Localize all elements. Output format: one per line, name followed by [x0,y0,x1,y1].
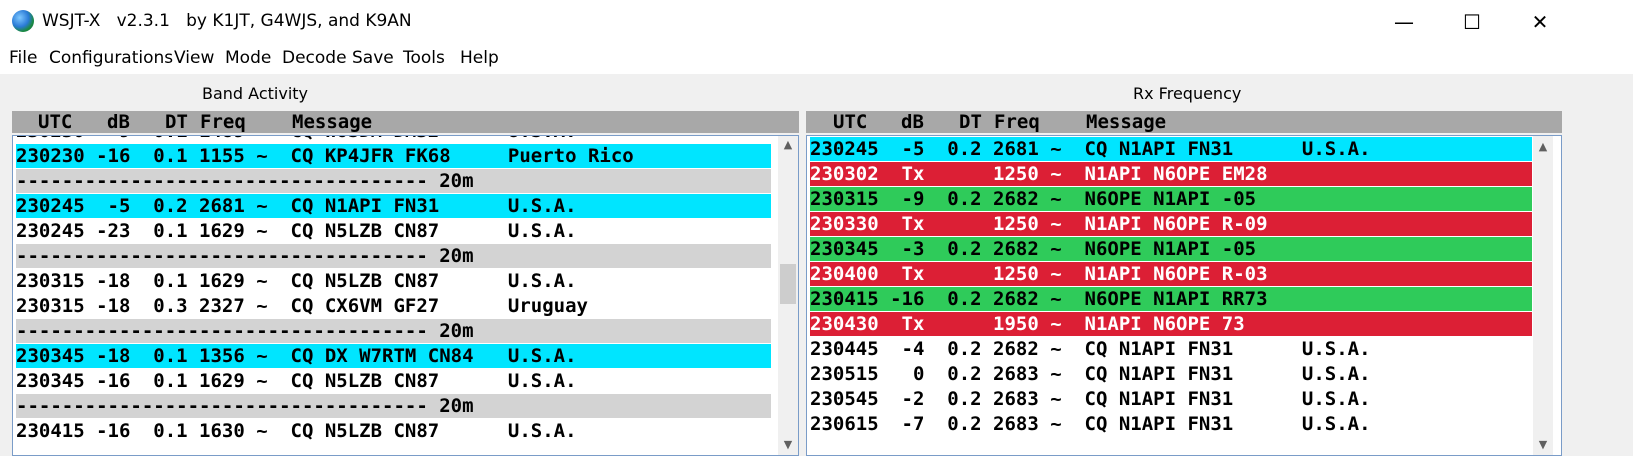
decode-row[interactable]: 230400 Tx 1250 ~ N1API N6OPE R-03 [810,262,1532,286]
decode-row[interactable]: 230615 -7 0.2 2683 ~ CQ N1API FN31 U.S.A… [810,412,1532,436]
col-dt: DT [165,111,188,133]
decode-row[interactable]: 230515 0 0.2 2683 ~ CQ N1API FN31 U.S.A. [810,362,1532,386]
rx-frequency-scrollbar[interactable]: ▲ ▼ [1533,136,1553,455]
decode-row[interactable]: 230330 Tx 1250 ~ N1API N6OPE R-09 [810,212,1532,236]
band-separator-row[interactable]: ------------------------------------ 20m [16,319,771,343]
scrollbar-thumb[interactable] [780,264,796,304]
decode-row[interactable]: 230230 -9 0.1 1489 ~ CQ W6SDM DM32 U.S.A… [16,136,771,143]
window-title: WSJT-X v2.3.1 by K1JT, G4WJS, and K9AN [42,11,412,31]
scroll-up-arrow-icon[interactable]: ▲ [1533,138,1553,156]
maximize-button[interactable]: ☐ [1438,0,1506,44]
title-bar: WSJT-X v2.3.1 by K1JT, G4WJS, and K9AN —… [0,0,1633,44]
decode-row[interactable]: 230345 -16 0.1 1629 ~ CQ N5LZB CN87 U.S.… [16,369,771,393]
menu-tools[interactable]: Tools [403,48,445,68]
decode-row[interactable]: 230315 -18 0.1 1629 ~ CQ N5LZB CN87 U.S.… [16,269,771,293]
col-db: dB [107,111,130,133]
menu-file[interactable]: File [9,48,37,68]
decode-row[interactable]: 230245 -23 0.1 1629 ~ CQ N5LZB CN87 U.S.… [16,219,771,243]
minimize-button[interactable]: — [1370,0,1438,44]
col-message: Message [1086,111,1167,133]
decode-row[interactable]: 230345 -18 0.1 1356 ~ CQ DX W7RTM CN84 U… [16,344,771,368]
decode-row[interactable]: 230245 -5 0.2 2681 ~ CQ N1API FN31 U.S.A… [16,194,771,218]
scroll-up-arrow-icon[interactable]: ▲ [778,136,798,154]
rx-frequency-header: UTC dB DT Freq Message [806,111,1562,133]
menu-decode[interactable]: Decode [282,48,347,68]
decode-row[interactable]: 230315 -9 0.2 2682 ~ N6OPE N1API -05 [810,187,1532,211]
rx-frequency-label: Rx Frequency [1133,84,1242,103]
band-separator-row[interactable]: ------------------------------------ 20m [16,169,771,193]
decode-row[interactable]: 230415 -16 0.2 2682 ~ N6OPE N1API RR73 [810,287,1532,311]
band-activity-list[interactable]: 230230 -9 0.1 1489 ~ CQ W6SDM DM32 U.S.A… [12,135,799,456]
col-freq: Freq [994,111,1040,133]
band-activity-label: Band Activity [202,84,308,103]
band-separator-row[interactable]: ------------------------------------ 20m [16,394,771,418]
rx-frequency-list[interactable]: 230245 -5 0.2 2681 ~ CQ N1API FN31 U.S.A… [806,135,1562,456]
col-message: Message [292,111,373,133]
menu-view[interactable]: View [174,48,214,68]
col-dt: DT [959,111,982,133]
menu-mode[interactable]: Mode [225,48,271,68]
decode-row[interactable]: 230302 Tx 1250 ~ N1API N6OPE EM28 [810,162,1532,186]
decode-row[interactable]: 230545 -2 0.2 2683 ~ CQ N1API FN31 U.S.A… [810,387,1532,411]
band-activity-scrollbar[interactable]: ▲ ▼ [778,136,798,455]
menu-help[interactable]: Help [460,48,499,68]
menu-save[interactable]: Save [352,48,394,68]
col-utc: UTC [38,111,73,133]
decode-row[interactable]: 230430 Tx 1950 ~ N1API N6OPE 73 [810,312,1532,336]
scroll-down-arrow-icon[interactable]: ▼ [778,436,798,454]
decode-row[interactable]: 230345 -3 0.2 2682 ~ N6OPE N1API -05 [810,237,1532,261]
decode-row[interactable]: 230445 -4 0.2 2682 ~ CQ N1API FN31 U.S.A… [810,337,1532,361]
menu-configurations[interactable]: Configurations [49,48,173,68]
col-utc: UTC [833,111,868,133]
scroll-down-arrow-icon[interactable]: ▼ [1533,436,1553,454]
col-db: dB [901,111,924,133]
band-activity-header: UTC dB DT Freq Message [12,111,799,133]
close-button[interactable]: ✕ [1506,0,1574,44]
band-separator-row[interactable]: ------------------------------------ 20m [16,244,771,268]
globe-icon [12,10,34,32]
menu-bar: File Configurations View Mode Decode Sav… [0,44,1633,74]
decode-row[interactable]: 230245 -5 0.2 2681 ~ CQ N1API FN31 U.S.A… [810,137,1532,161]
decode-row[interactable]: 230315 -18 0.3 2327 ~ CQ CX6VM GF27 Urug… [16,294,771,318]
decode-row[interactable]: 230230 -16 0.1 1155 ~ CQ KP4JFR FK68 Pue… [16,144,771,168]
decode-row[interactable]: 230415 -16 0.1 1630 ~ CQ N5LZB CN87 U.S.… [16,419,771,443]
col-freq: Freq [200,111,246,133]
